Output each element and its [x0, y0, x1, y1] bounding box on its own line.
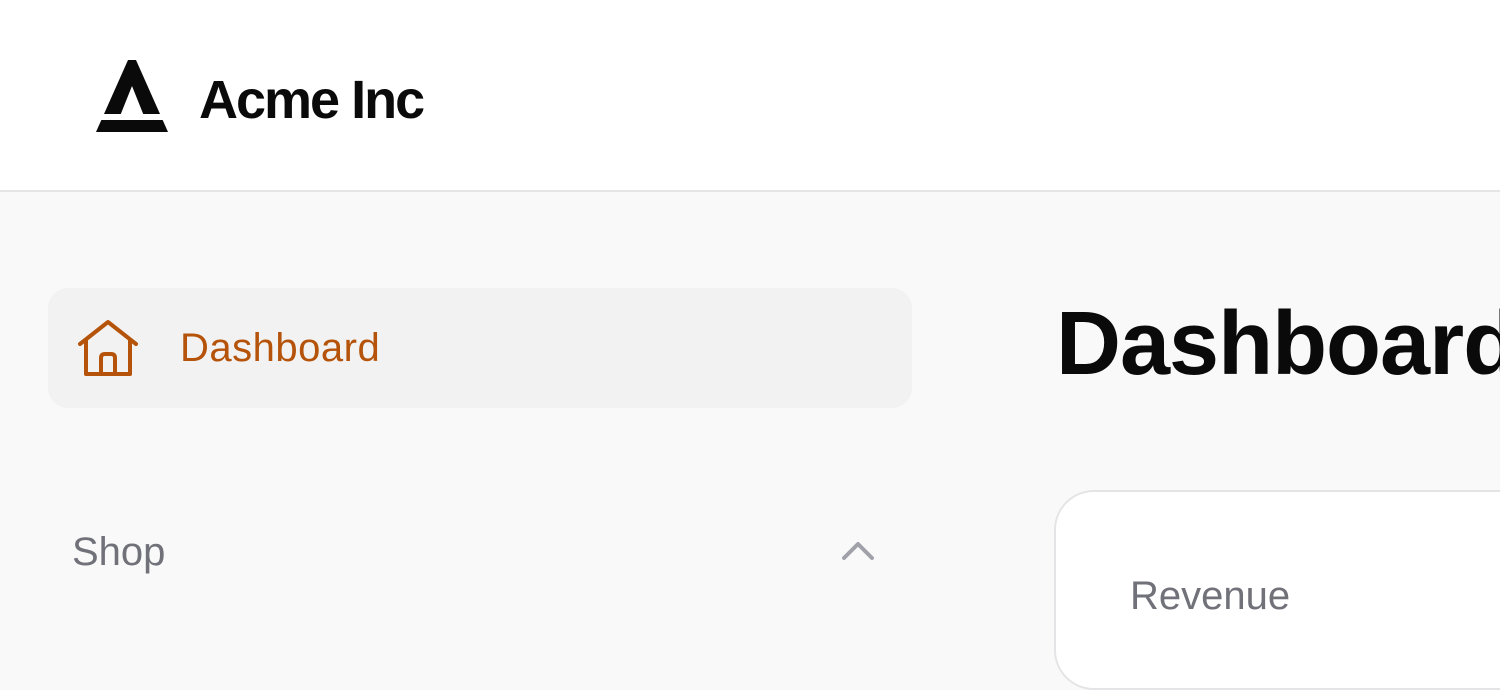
- sidebar-section-shop[interactable]: Shop: [48, 520, 912, 584]
- chevron-up-icon[interactable]: [838, 536, 878, 564]
- sidebar-item-label: Dashboard: [180, 326, 381, 370]
- card-label: Revenue: [1130, 574, 1291, 618]
- revenue-card: Revenue: [1054, 490, 1500, 690]
- page-title: Dashboard: [1056, 294, 1500, 394]
- acme-logo-icon[interactable]: [94, 58, 170, 134]
- home-icon: [78, 320, 138, 376]
- brand-name[interactable]: Acme Inc: [199, 66, 425, 134]
- sidebar-item-dashboard[interactable]: Dashboard: [48, 288, 912, 408]
- top-bar: Acme Inc: [0, 0, 1500, 192]
- sidebar-section-label: Shop: [72, 530, 166, 574]
